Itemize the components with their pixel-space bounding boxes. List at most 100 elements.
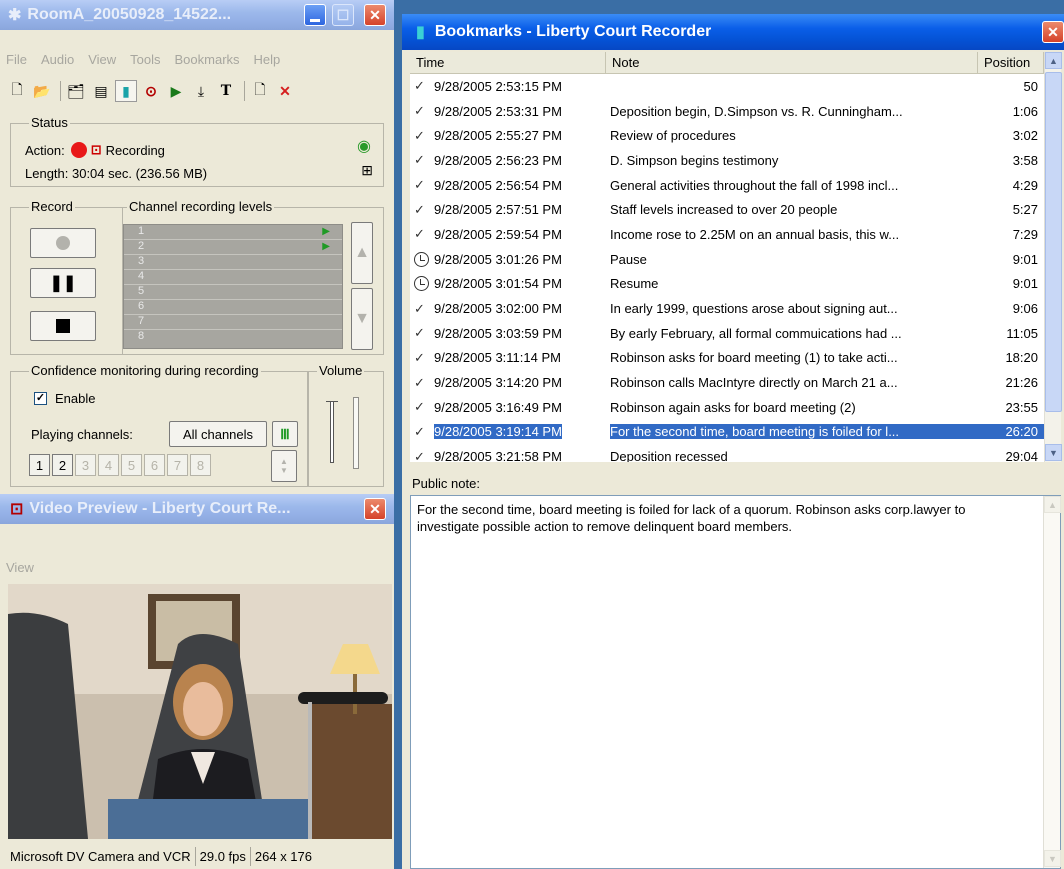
bar-levels-icon: Ⅲ — [280, 425, 290, 442]
video-close-button[interactable]: ✕ — [364, 498, 386, 520]
maximize-icon: ☐ — [336, 6, 350, 23]
note-scrollbar[interactable]: ▲ ▼ — [1043, 496, 1061, 868]
record-dot-icon — [70, 142, 87, 158]
pause-button[interactable]: ❚❚ — [30, 268, 96, 298]
bookmarks-scrollbar[interactable]: ▲ ▼ — [1044, 52, 1062, 462]
table-row[interactable]: ✓ 9/28/2005 2:57:51 PM Staff levels increa… — [410, 197, 1044, 222]
new-bookmark-icon[interactable]: 🗋 — [249, 80, 271, 102]
video-preview-frame — [8, 584, 392, 839]
menu-help[interactable]: Help — [254, 52, 281, 67]
column-time[interactable]: Time — [410, 52, 606, 73]
menu-view[interactable]: View — [6, 560, 34, 575]
bookmark-icon[interactable]: ▮ — [115, 80, 137, 102]
table-row[interactable]: ✓ 9/28/2005 2:55:27 PM Review of procedure… — [410, 123, 1044, 148]
pause-clock-icon — [414, 251, 429, 267]
bookmarks-close-button[interactable]: ✕ — [1042, 21, 1064, 43]
note-scroll-down-arrow-icon[interactable]: ▼ — [1044, 850, 1061, 867]
channel-button-3[interactable]: 3 — [75, 454, 96, 476]
all-channels-button[interactable]: All channels — [169, 421, 267, 447]
row-position-cell: 23:55 — [1005, 399, 1038, 415]
levels-scroll-up-button[interactable]: ▲ — [351, 222, 373, 284]
record-legend: Record — [29, 199, 75, 214]
properties-icon[interactable]: 🗂 — [65, 80, 87, 102]
channel-spin-button[interactable]: ▲ ▼ — [271, 450, 297, 482]
notes-icon[interactable]: ▤ — [90, 80, 112, 102]
status-group: Status Action: ⊡ Recording Length: 30:04… — [10, 115, 384, 187]
public-note-textarea[interactable]: For the second time, board meeting is fo… — [410, 495, 1061, 869]
table-row[interactable]: ✓ 9/28/2005 2:53:31 PM Deposition begin, D… — [410, 99, 1044, 124]
timer-icon: ⊞ — [361, 162, 373, 178]
table-row[interactable]: ✓ 9/28/2005 3:02:00 PM In early 1999, ques… — [410, 296, 1044, 321]
new-file-icon[interactable]: 🗋 — [6, 80, 28, 102]
volume-slider-thumb[interactable] — [320, 401, 344, 463]
table-row[interactable]: ✓ 9/28/2005 3:14:20 PM Robinson calls MacI… — [410, 370, 1044, 395]
spin-down-icon: ▼ — [280, 466, 288, 475]
scroll-up-arrow-icon[interactable]: ▲ — [1045, 52, 1062, 69]
column-note[interactable]: Note — [606, 52, 978, 73]
table-row[interactable]: ✓ 9/28/2005 3:03:59 PM By early February, … — [410, 321, 1044, 346]
row-time-cell: ✓ 9/28/2005 3:19:14 PM — [414, 423, 562, 440]
channel-button-1[interactable]: 1 — [29, 454, 50, 476]
levels-scroll-down-button[interactable]: ▼ — [351, 288, 373, 350]
play-bookmark-icon[interactable]: ▶ — [165, 80, 187, 102]
public-note-label: Public note: — [412, 476, 480, 491]
delete-icon[interactable]: ✕ — [274, 80, 296, 102]
record-button[interactable] — [30, 228, 96, 258]
scroll-thumb[interactable] — [1045, 72, 1062, 412]
table-row[interactable]: 9/28/2005 3:01:54 PM Resume 9:01 — [410, 272, 1044, 297]
row-note-cell: Pause — [610, 251, 647, 267]
playing-channels-label: Playing channels: — [31, 427, 133, 442]
scroll-down-arrow-icon[interactable]: ▼ — [1045, 444, 1062, 461]
channel-button-6[interactable]: 6 — [144, 454, 165, 476]
channel-button-7[interactable]: 7 — [167, 454, 188, 476]
video-window-titlebar[interactable]: ⊡ Video Preview - Liberty Court Re... ✕ — [0, 494, 394, 524]
main-window-titlebar[interactable]: ✱ RoomA_20050928_14522... ▬ ☐ ✕ — [0, 0, 394, 30]
video-window-title: Video Preview - Liberty Court Re... — [29, 500, 291, 517]
row-note-cell: Review of procedures — [610, 128, 736, 144]
row-position-cell: 9:06 — [1012, 301, 1038, 317]
table-row[interactable]: ✓ 9/28/2005 2:59:54 PM Income rose to 2.25… — [410, 222, 1044, 247]
row-time-cell: 9/28/2005 3:01:54 PM — [410, 276, 610, 292]
menu-audio[interactable]: Audio — [41, 52, 74, 67]
table-row[interactable]: ✓ 9/28/2005 3:19:14 PM For the second time… — [410, 420, 1044, 445]
checkmark-icon: ✓ — [414, 399, 425, 415]
volume-legend: Volume — [317, 363, 365, 378]
bookmarks-list[interactable]: Time Note Position ✓ 9/28/2005 2:53:15 PM… — [410, 52, 1044, 462]
channel-button-5[interactable]: 5 — [121, 454, 142, 476]
maximize-button[interactable]: ☐ — [332, 4, 354, 26]
enable-checkbox[interactable]: ✓ — [34, 392, 47, 405]
table-row[interactable]: ✓ 9/28/2005 3:11:14 PM Robinson asks for b… — [410, 346, 1044, 371]
row-position-cell: 5:27 — [1012, 202, 1038, 218]
table-row[interactable]: ✓ 9/28/2005 2:56:23 PM D. Simpson begins t… — [410, 148, 1044, 173]
row-note-cell: For the second time, board meeting is fo… — [610, 424, 978, 440]
jump-down-icon[interactable]: ⤓ — [190, 80, 212, 102]
text-icon[interactable]: T — [215, 80, 237, 102]
video-camera-icon[interactable]: ⊙ — [140, 80, 162, 102]
table-row[interactable]: ✓ 9/28/2005 3:21:58 PM Deposition recessed… — [410, 444, 1044, 462]
minimize-button[interactable]: ▬ — [304, 4, 326, 26]
fps-label: 29.0 fps — [196, 847, 251, 866]
menu-view[interactable]: View — [88, 52, 116, 67]
channel-button-8[interactable]: 8 — [190, 454, 211, 476]
menu-tools[interactable]: Tools — [130, 52, 160, 67]
open-folder-icon[interactable]: 📂 — [31, 80, 53, 102]
close-button[interactable]: ✕ — [364, 4, 386, 26]
volume-slider-track[interactable] — [353, 397, 359, 469]
enable-label: Enable — [55, 391, 96, 406]
menu-file[interactable]: File — [6, 52, 27, 67]
row-time-cell: 9/28/2005 3:01:26 PM — [410, 251, 610, 267]
table-row[interactable]: ✓ 9/28/2005 3:16:49 PM Robinson again asks… — [410, 395, 1044, 420]
column-position[interactable]: Position — [978, 52, 1044, 73]
table-row[interactable]: ✓ 9/28/2005 2:56:54 PM General activities … — [410, 173, 1044, 198]
menu-bookmarks[interactable]: Bookmarks — [175, 52, 240, 67]
bookmarks-titlebar[interactable]: ▮ Bookmarks - Liberty Court Recorder ✕ — [402, 14, 1064, 50]
channel-mix-button[interactable]: Ⅲ — [272, 421, 298, 447]
channel-button-2[interactable]: 2 — [52, 454, 73, 476]
pause-clock-icon — [414, 276, 429, 292]
row-position-cell: 26:20 — [978, 424, 1044, 440]
note-scroll-up-arrow-icon[interactable]: ▲ — [1044, 496, 1061, 513]
table-row[interactable]: 9/28/2005 3:01:26 PM Pause 9:01 — [410, 247, 1044, 272]
stop-button[interactable] — [30, 311, 96, 341]
table-row[interactable]: ✓ 9/28/2005 2:53:15 PM 50 — [410, 74, 1044, 99]
channel-button-4[interactable]: 4 — [98, 454, 119, 476]
